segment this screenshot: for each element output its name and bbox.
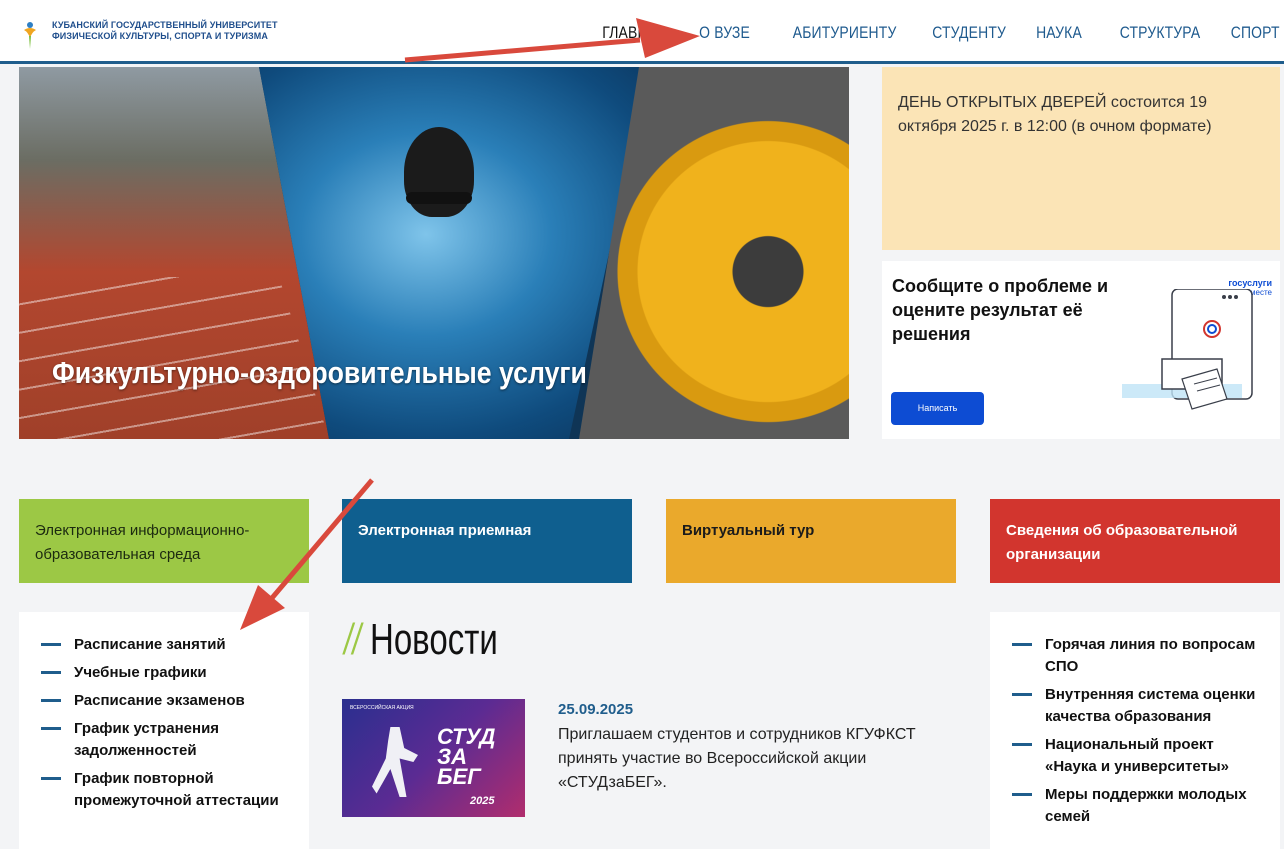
gosuslugi-text: Сообщите о проблеме и оцените результат … (892, 276, 1109, 344)
dash-icon (41, 643, 61, 646)
list-item-national-project[interactable]: Национальный проект «Наука и университет… (1012, 734, 1264, 778)
list-item-label: Расписание экзаменов (74, 692, 245, 709)
nav-item-about[interactable]: О ВУЗЕ (699, 23, 750, 43)
list-item-label: График повторной промежуточной аттестаци… (74, 770, 279, 809)
news-title: Новости (370, 615, 499, 664)
nav-item-students[interactable]: СТУДЕНТУ (932, 23, 1006, 43)
dash-icon (41, 727, 61, 730)
list-item-reattestation-schedule[interactable]: График повторной промежуточной аттестаци… (41, 768, 293, 812)
swimmer-goggles (406, 192, 472, 204)
news-image-title: СТУД ЗА БЕГ (437, 726, 495, 789)
news-image-year: 2025 (470, 795, 495, 807)
feedback-illustration-icon (1122, 289, 1253, 410)
gosuslugi-logo-name: госуслуги (1228, 278, 1272, 288)
main-nav: ГЛАВНАЯ О ВУЗЕ АБИТУРИЕНТУ СТУДЕНТУ НАУК… (568, 23, 1280, 43)
nav-item-applicants[interactable]: АБИТУРИЕНТУ (792, 23, 896, 43)
list-item-label: Национальный проект «Наука и университет… (1045, 736, 1229, 775)
torch-logo-icon (18, 20, 42, 50)
hero-caption: Физкультурно-оздоровительные услуги (52, 355, 587, 390)
list-item-label: График устранения задолженностей (74, 720, 220, 759)
hero-banner[interactable]: Физкультурно-оздоровительные услуги (19, 67, 849, 439)
dash-icon (41, 671, 61, 674)
list-item-quality-system[interactable]: Внутренняя система оценки качества образ… (1012, 684, 1264, 728)
list-item-label: Учебные графики (74, 664, 207, 681)
dash-icon (1012, 793, 1032, 796)
dash-icon (41, 777, 61, 780)
list-item-exam-schedule[interactable]: Расписание экзаменов (41, 690, 293, 712)
news-item-text[interactable]: Приглашаем студентов и сотрудников КГУФК… (558, 723, 958, 795)
tile-electronic-environment[interactable]: Электронная информационно-образовательна… (19, 499, 309, 583)
student-links-panel: Расписание занятий Учебные графики Распи… (19, 612, 309, 849)
list-item-class-schedule[interactable]: Расписание занятий (41, 634, 293, 656)
news-slashes: // (344, 615, 362, 664)
list-item-label: Внутренняя система оценки качества образ… (1045, 686, 1256, 725)
nav-item-sport[interactable]: СПОРТ (1231, 23, 1280, 43)
news-image-top-text: ВСЕРОССИЙСКАЯ АКЦИЯ (350, 705, 414, 711)
nav-item-home[interactable]: ГЛАВНАЯ (603, 23, 668, 43)
news-item-date: 25.09.2025 (558, 701, 634, 718)
nav-item-structure[interactable]: СТРУКТУРА (1120, 23, 1201, 43)
logo-line1: КУБАНСКИЙ ГОСУДАРСТВЕННЫЙ УНИВЕРСИТЕТ (52, 20, 278, 30)
gosuslugi-write-button[interactable]: Написать (891, 392, 984, 425)
site-header: КУБАНСКИЙ ГОСУДАРСТВЕННЫЙ УНИВЕРСИТЕТ ФИ… (0, 0, 1284, 64)
nav-item-science[interactable]: НАУКА (1036, 23, 1082, 43)
news-item-image[interactable]: ВСЕРОССИЙСКАЯ АКЦИЯ СТУД ЗА БЕГ 2025 (342, 699, 525, 817)
logo-line2: ФИЗИЧЕСКОЙ КУЛЬТУРЫ, СПОРТА И ТУРИЗМА (52, 31, 268, 41)
list-item-label: Горячая линия по вопросам СПО (1045, 636, 1256, 675)
dash-icon (1012, 743, 1032, 746)
dash-icon (1012, 643, 1032, 646)
info-links-panel: Горячая линия по вопросам СПО Внутренняя… (990, 612, 1280, 849)
dash-icon (1012, 693, 1032, 696)
tile-virtual-tour[interactable]: Виртуальный тур (666, 499, 956, 583)
list-item-study-schedules[interactable]: Учебные графики (41, 662, 293, 684)
news-image-title-line3: БЕГ (437, 764, 481, 789)
list-item-family-support[interactable]: Меры поддержки молодых семей (1012, 784, 1264, 828)
dash-icon (41, 699, 61, 702)
gosuslugi-widget: Сообщите о проблеме и оцените результат … (882, 261, 1280, 439)
open-day-notice[interactable]: ДЕНЬ ОТКРЫТЫХ ДВЕРЕЙ состоится 19 октябр… (882, 67, 1280, 250)
university-logo[interactable]: КУБАНСКИЙ ГОСУДАРСТВЕННЫЙ УНИВЕРСИТЕТ ФИ… (18, 20, 278, 50)
list-item-label: Расписание занятий (74, 636, 226, 653)
runner-silhouette-icon (372, 727, 418, 797)
list-item-label: Меры поддержки молодых семей (1045, 786, 1247, 825)
list-item-spo-hotline[interactable]: Горячая линия по вопросам СПО (1012, 634, 1264, 678)
list-item-debt-schedule[interactable]: График устранения задолженностей (41, 718, 293, 762)
news-heading: // Новости (344, 615, 541, 665)
tile-organization-info[interactable]: Сведения об образовательной организации (990, 499, 1280, 583)
tile-electronic-reception[interactable]: Электронная приемная (342, 499, 632, 583)
